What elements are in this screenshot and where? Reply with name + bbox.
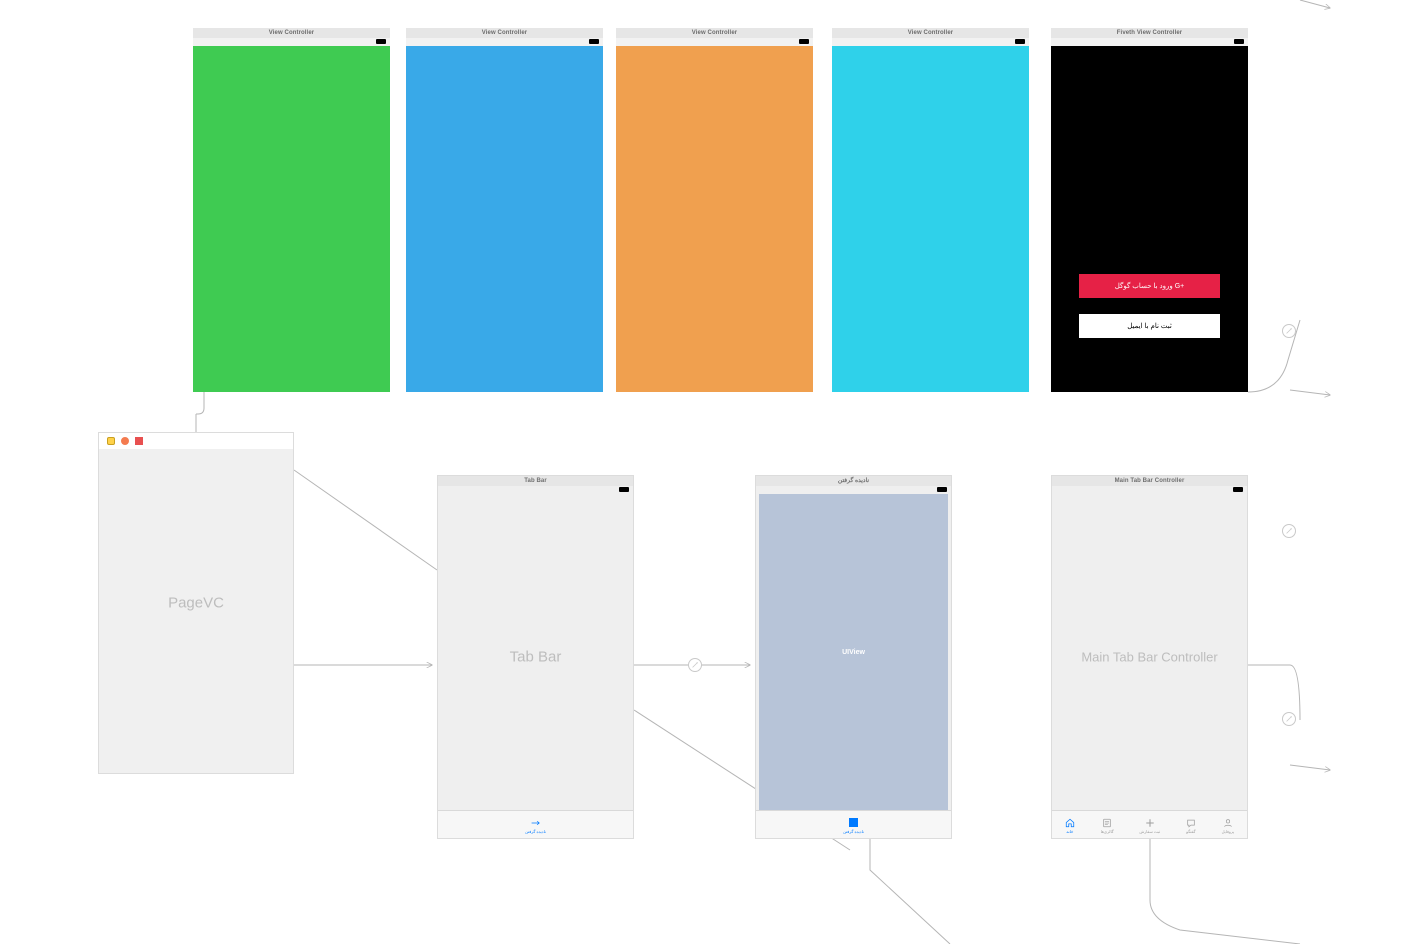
- scene-body: [616, 46, 813, 392]
- scene-header-dots[interactable]: [107, 437, 143, 445]
- segue-badge-icon: [688, 658, 702, 672]
- scene-body: [406, 46, 603, 392]
- uiview-label: UIView: [842, 649, 865, 656]
- square-icon: [849, 818, 859, 828]
- scene-maintab[interactable]: Main Tab Bar Controller Main Tab Bar Con…: [1051, 475, 1248, 839]
- battery-icon: [1015, 39, 1025, 44]
- scene-tabbar[interactable]: Tab Bar Tab Bar نادیده گرفتن: [437, 475, 634, 839]
- tab-label: نادیده گرفتن: [525, 829, 546, 834]
- scene-title: View Controller: [193, 28, 390, 38]
- tab-item-ignore[interactable]: نادیده گرفتن: [525, 818, 546, 834]
- home-icon: [1065, 818, 1075, 828]
- scene-title: View Controller: [832, 28, 1029, 38]
- plus-icon: [1145, 818, 1155, 828]
- scene-pagevc[interactable]: PageVC: [98, 432, 294, 774]
- battery-icon: [1233, 487, 1243, 492]
- uiview-box: UIView: [759, 494, 948, 810]
- segue-badge-icon: [1282, 524, 1296, 538]
- maintab-center-label: Main Tab Bar Controller: [1052, 650, 1247, 665]
- tab-bar: نادیده گرفتن: [756, 810, 951, 838]
- scene-vc-5[interactable]: Fiveth View Controller ورود با حساب گوگل…: [1051, 28, 1248, 392]
- tab-label: گالری‌ها: [1101, 829, 1114, 834]
- chat-icon: [1186, 818, 1196, 828]
- profile-icon: [1223, 818, 1233, 828]
- status-bar: [193, 38, 390, 46]
- status-bar: [1052, 486, 1247, 494]
- google-login-button[interactable]: ورود با حساب گوگل G+: [1079, 274, 1221, 298]
- scene-title: View Controller: [406, 28, 603, 38]
- status-bar: [832, 38, 1029, 46]
- scene-title: Main Tab Bar Controller: [1052, 476, 1247, 486]
- dot-1-icon: [107, 437, 115, 445]
- tab-label: پروفایل: [1222, 829, 1235, 834]
- pagevc-label: PageVC: [99, 595, 293, 612]
- scene-title: نادیده گرفتن: [756, 476, 951, 486]
- scene-title: View Controller: [616, 28, 813, 38]
- status-bar: [616, 38, 813, 46]
- battery-icon: [619, 487, 629, 492]
- scene-vc-4[interactable]: View Controller: [832, 28, 1029, 392]
- tabbar-center-label: Tab Bar: [438, 649, 633, 666]
- tab-item-home[interactable]: خانه: [1065, 818, 1075, 834]
- segue-badge-icon: [1282, 712, 1296, 726]
- email-signup-button[interactable]: ثبت نام با ایمیل: [1079, 314, 1221, 338]
- scene-body: [193, 46, 390, 392]
- tab-bar: نادیده گرفتن: [438, 810, 633, 838]
- status-bar: [438, 486, 633, 494]
- tab-item-order[interactable]: ثبت سفارش: [1139, 818, 1160, 834]
- battery-icon: [589, 39, 599, 44]
- gallery-icon: [1102, 818, 1112, 828]
- scene-body: ورود با حساب گوگل G+ ثبت نام با ایمیل: [1051, 46, 1248, 392]
- dot-3-icon: [135, 437, 143, 445]
- tab-item-ignore[interactable]: نادیده گرفتن: [843, 818, 864, 834]
- battery-icon: [799, 39, 809, 44]
- battery-icon: [1234, 39, 1244, 44]
- scene-vc-1[interactable]: View Controller: [193, 28, 390, 392]
- status-bar: [756, 486, 951, 494]
- scene-title: Tab Bar: [438, 476, 633, 486]
- scene-ignore[interactable]: نادیده گرفتن UIView نادیده گرفتن: [755, 475, 952, 839]
- tab-label: خانه: [1066, 829, 1073, 834]
- tab-label: ثبت سفارش: [1139, 829, 1160, 834]
- status-bar: [406, 38, 603, 46]
- battery-icon: [937, 487, 947, 492]
- segue-badge-icon: [1282, 324, 1296, 338]
- tab-label: نادیده گرفتن: [843, 829, 864, 834]
- scene-title: Fiveth View Controller: [1051, 28, 1248, 38]
- tab-item-profile[interactable]: پروفایل: [1222, 818, 1235, 834]
- dot-2-icon: [121, 437, 129, 445]
- tab-bar: خانه گالری‌ها ثبت سفارش گفتگو پروفایل: [1052, 810, 1247, 838]
- scene-vc-2[interactable]: View Controller: [406, 28, 603, 392]
- tab-item-gallery[interactable]: گالری‌ها: [1101, 818, 1114, 834]
- scene-vc-3[interactable]: View Controller: [616, 28, 813, 392]
- arrow-right-icon: [531, 818, 541, 828]
- status-bar: [1051, 38, 1248, 46]
- scene-body: [832, 46, 1029, 392]
- tab-item-chat[interactable]: گفتگو: [1186, 818, 1196, 834]
- tab-label: گفتگو: [1186, 829, 1195, 834]
- battery-icon: [376, 39, 386, 44]
